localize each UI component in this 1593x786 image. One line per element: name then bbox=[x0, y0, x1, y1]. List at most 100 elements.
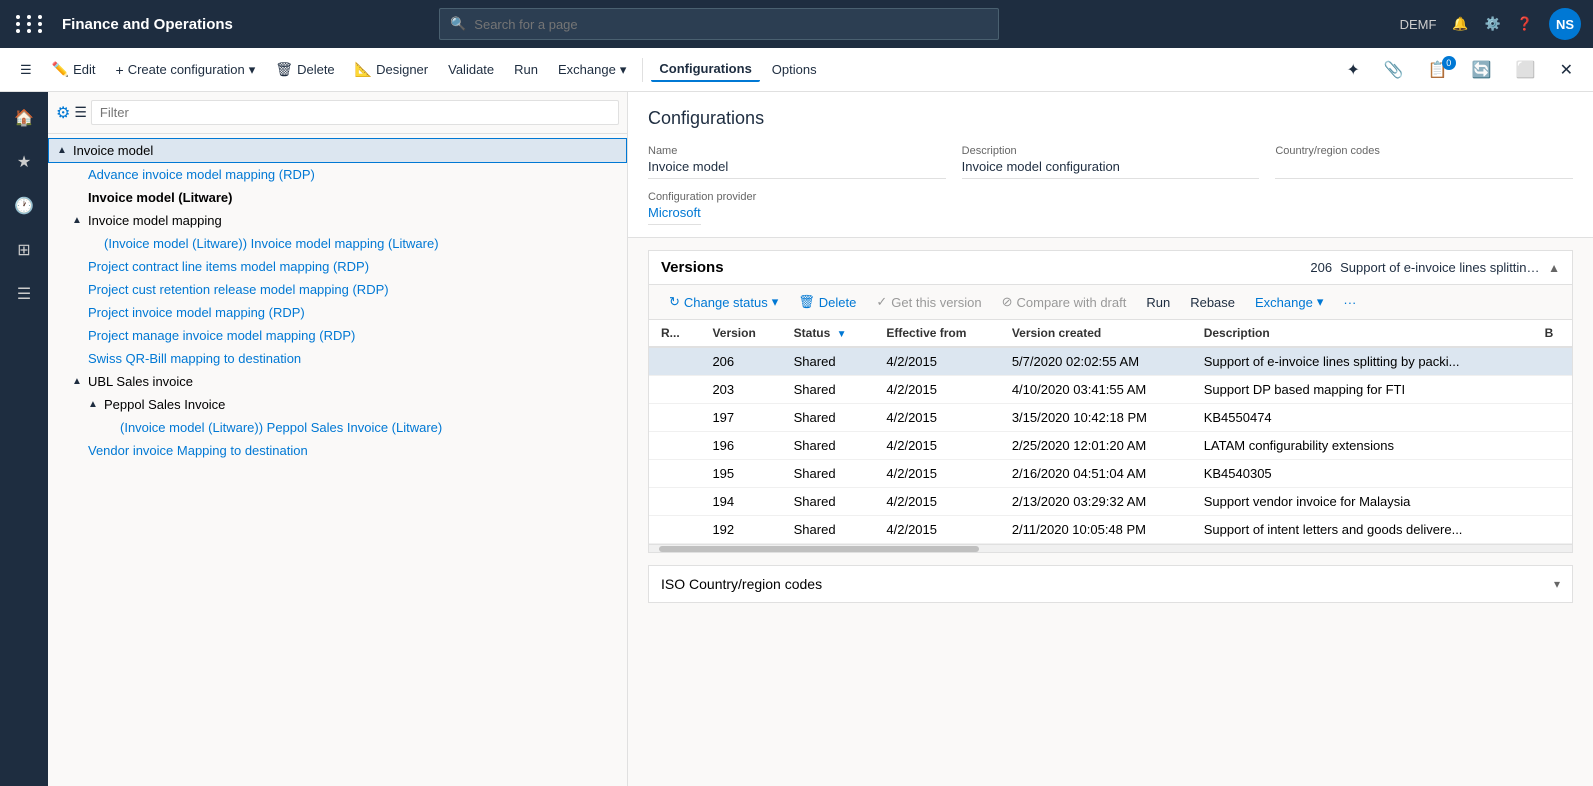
tree-item-project-manage[interactable]: Project manage invoice model mapping (RD… bbox=[48, 324, 627, 347]
tree-item-ubl-sales[interactable]: ▲ UBL Sales invoice bbox=[48, 370, 627, 393]
iso-header[interactable]: ISO Country/region codes ▾ bbox=[649, 566, 1572, 602]
rebase-button[interactable]: Rebase bbox=[1182, 292, 1243, 313]
table-cell-effective_from: 4/2/2015 bbox=[874, 488, 999, 516]
scrollbar-thumb[interactable] bbox=[659, 546, 979, 552]
table-row[interactable]: 192Shared4/2/20152/11/2020 10:05:48 PMSu… bbox=[649, 516, 1572, 544]
table-cell-description: Support of intent letters and goods deli… bbox=[1192, 516, 1533, 544]
col-effective[interactable]: Effective from bbox=[874, 320, 999, 347]
tree-label: Project manage invoice model mapping (RD… bbox=[88, 328, 619, 343]
status-filter-icon[interactable]: ▼ bbox=[837, 329, 847, 340]
col-version[interactable]: Version bbox=[700, 320, 781, 347]
tree-toggle[interactable]: ▲ bbox=[72, 215, 88, 226]
versions-count: 206 bbox=[1310, 260, 1332, 275]
sidebar-recent-icon[interactable]: 🕐 bbox=[6, 188, 42, 224]
table-cell-version: 196 bbox=[700, 432, 781, 460]
tree-item-peppol[interactable]: ▲ Peppol Sales Invoice bbox=[48, 393, 627, 416]
horizontal-scrollbar[interactable] bbox=[649, 544, 1572, 552]
tree-item-vendor-invoice[interactable]: Vendor invoice Mapping to destination bbox=[48, 439, 627, 462]
create-config-button[interactable]: + Create configuration ▾ bbox=[108, 58, 264, 82]
table-row[interactable]: 196Shared4/2/20152/25/2020 12:01:20 AMLA… bbox=[649, 432, 1572, 460]
delete-button[interactable]: 🗑 Delete bbox=[267, 57, 342, 82]
options-tab[interactable]: Options bbox=[764, 58, 825, 81]
tree-item-project-contract[interactable]: Project contract line items model mappin… bbox=[48, 255, 627, 278]
sidebar-star-icon[interactable]: ★ bbox=[6, 144, 42, 180]
tree-item-advance-invoice[interactable]: Advance invoice model mapping (RDP) bbox=[48, 163, 627, 186]
sidebar-list-icon[interactable]: ☰ bbox=[6, 276, 42, 312]
table-row[interactable]: 194Shared4/2/20152/13/2020 03:29:32 AMSu… bbox=[649, 488, 1572, 516]
search-input[interactable] bbox=[474, 17, 988, 32]
notification-badge-icon[interactable]: 📋0 bbox=[1420, 56, 1456, 84]
right-panel: Configurations Name Invoice model Descri… bbox=[628, 92, 1593, 786]
compare-draft-button[interactable]: ⊘ Compare with draft bbox=[994, 291, 1135, 313]
col-version-created[interactable]: Version created bbox=[1000, 320, 1192, 347]
versions-header: Versions 206 Support of e-invoice lines … bbox=[649, 251, 1572, 285]
avatar[interactable]: NS bbox=[1549, 8, 1581, 40]
tree-toggle[interactable]: ▲ bbox=[88, 399, 104, 410]
col-status[interactable]: Status ▼ bbox=[782, 320, 875, 347]
fullscreen-icon[interactable]: ⬜ bbox=[1508, 56, 1544, 84]
tree-item-invoice-mapping[interactable]: ▲ Invoice model mapping bbox=[48, 209, 627, 232]
table-cell-status: Shared bbox=[782, 432, 875, 460]
filter-icon[interactable]: ⚙ bbox=[56, 103, 70, 123]
table-row[interactable]: 203Shared4/2/20154/10/2020 03:41:55 AMSu… bbox=[649, 376, 1572, 404]
app-menu-icon[interactable] bbox=[12, 11, 50, 37]
versions-exchange-button[interactable]: Exchange ▾ bbox=[1247, 291, 1331, 313]
run-button[interactable]: Run bbox=[506, 58, 546, 81]
tree-label: Project cust retention release model map… bbox=[88, 282, 619, 297]
tree-toggle[interactable]: ▲ bbox=[57, 145, 73, 156]
configurations-tab[interactable]: Configurations bbox=[651, 57, 759, 82]
tree-item-project-cust[interactable]: Project cust retention release model map… bbox=[48, 278, 627, 301]
table-cell-b bbox=[1533, 488, 1572, 516]
sidebar-grid-icon[interactable]: ⊞ bbox=[6, 232, 42, 268]
name-field: Name Invoice model bbox=[648, 145, 946, 179]
tree-label: Invoice model bbox=[73, 143, 618, 158]
table-row[interactable]: 197Shared4/2/20153/15/2020 10:42:18 PMKB… bbox=[649, 404, 1572, 432]
tree-item-invoice-model[interactable]: ▲ Invoice model bbox=[48, 138, 627, 163]
tree-item-peppol-litware[interactable]: (Invoice model (Litware)) Peppol Sales I… bbox=[48, 416, 627, 439]
table-row[interactable]: 206Shared4/2/20155/7/2020 02:02:55 AMSup… bbox=[649, 347, 1572, 376]
versions-collapse-icon[interactable]: ▲ bbox=[1548, 261, 1560, 275]
exchange-dropdown-icon: ▾ bbox=[620, 62, 627, 78]
sidebar-home-icon[interactable]: 🏠 bbox=[6, 100, 42, 136]
dropdown-icon: ▾ bbox=[249, 62, 256, 78]
tree-item-swiss-qr[interactable]: Swiss QR-Bill mapping to destination bbox=[48, 347, 627, 370]
hamburger-button[interactable]: ☰ bbox=[12, 58, 40, 82]
settings-icon[interactable]: ⚙️ bbox=[1485, 16, 1501, 32]
refresh-icon[interactable]: 🔄 bbox=[1464, 56, 1500, 84]
sidebar-icons: 🏠 ★ 🕐 ⊞ ☰ bbox=[0, 92, 48, 786]
tree-toggle[interactable]: ▲ bbox=[72, 376, 88, 387]
edit-button[interactable]: ✏️ Edit bbox=[44, 57, 104, 82]
validate-button[interactable]: Validate bbox=[440, 58, 502, 81]
help-icon[interactable]: ❓ bbox=[1517, 16, 1533, 32]
close-icon[interactable]: ✕ bbox=[1552, 56, 1581, 84]
table-cell-effective_from: 4/2/2015 bbox=[874, 516, 999, 544]
main-layout: 🏠 ★ 🕐 ⊞ ☰ ⚙ ☰ ▲ Invoice model Advance in… bbox=[0, 92, 1593, 786]
notification-icon[interactable]: 🔔 bbox=[1452, 16, 1468, 32]
col-description[interactable]: Description bbox=[1192, 320, 1533, 347]
designer-button[interactable]: 📐 Designer bbox=[347, 57, 436, 82]
col-b: B bbox=[1533, 320, 1572, 347]
versions-desc: Support of e-invoice lines splitting by … bbox=[1340, 260, 1540, 275]
global-search[interactable]: 🔍 bbox=[439, 8, 999, 40]
bookmark-icon[interactable]: 📎 bbox=[1376, 56, 1412, 84]
filter-input[interactable] bbox=[91, 100, 619, 125]
get-version-button[interactable]: ✓ Get this version bbox=[868, 291, 989, 313]
versions-delete-button[interactable]: 🗑 Delete bbox=[790, 291, 864, 313]
more-options-button[interactable]: ··· bbox=[1335, 292, 1364, 313]
table-cell-r bbox=[649, 460, 700, 488]
tree-item-litware-mapping[interactable]: (Invoice model (Litware)) Invoice model … bbox=[48, 232, 627, 255]
table-cell-status: Shared bbox=[782, 404, 875, 432]
tree-item-project-invoice[interactable]: Project invoice model mapping (RDP) bbox=[48, 301, 627, 324]
exchange-button[interactable]: Exchange ▾ bbox=[550, 58, 634, 82]
tree-item-litware[interactable]: Invoice model (Litware) bbox=[48, 186, 627, 209]
table-row[interactable]: 195Shared4/2/20152/16/2020 04:51:04 AMKB… bbox=[649, 460, 1572, 488]
personalize-icon[interactable]: ✦ bbox=[1339, 56, 1368, 84]
versions-run-button[interactable]: Run bbox=[1138, 292, 1178, 313]
app-title: Finance and Operations bbox=[62, 16, 233, 33]
list-icon[interactable]: ☰ bbox=[74, 104, 87, 121]
iso-chevron-icon[interactable]: ▾ bbox=[1554, 577, 1560, 591]
change-status-button[interactable]: ↻ Change status ▾ bbox=[661, 291, 786, 313]
tree-label: Invoice model (Litware) bbox=[88, 190, 619, 205]
provider-link[interactable]: Microsoft bbox=[648, 205, 701, 225]
delete-icon: 🗑 bbox=[275, 61, 293, 78]
